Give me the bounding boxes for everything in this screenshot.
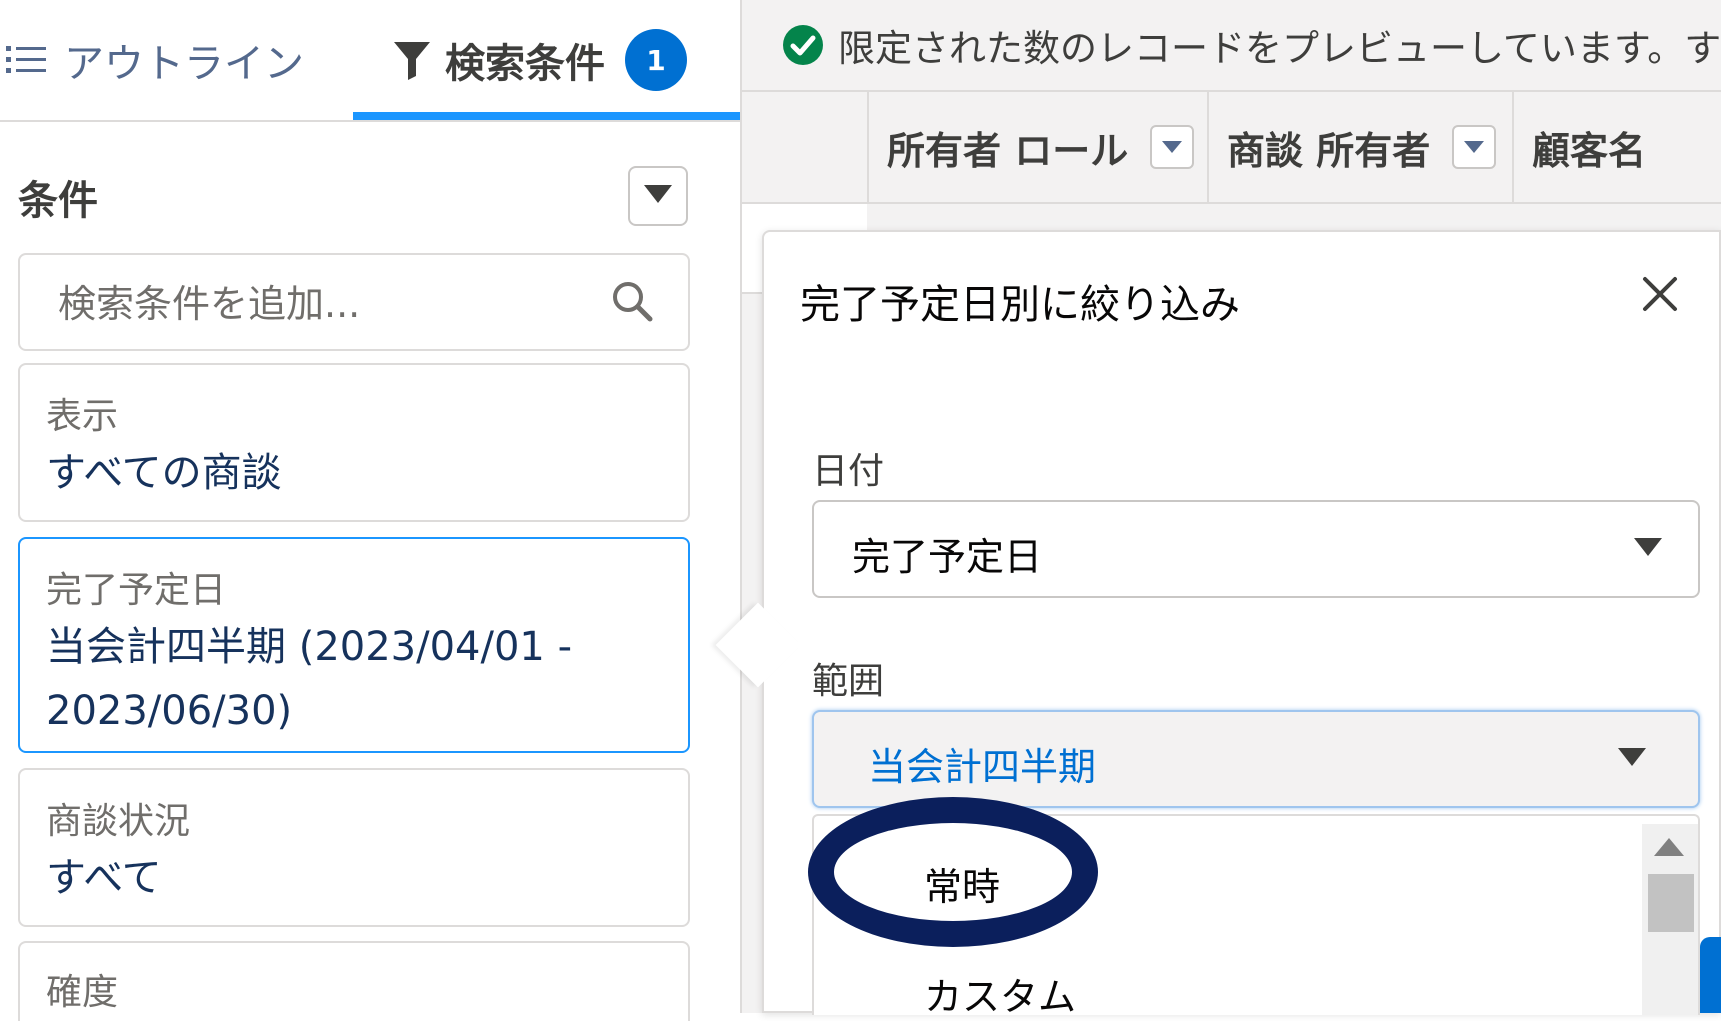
filter-card-probability[interactable]: 確度 <box>18 941 690 1021</box>
filter-card-label: 確度 <box>46 972 119 1013</box>
filter-card-show[interactable]: 表示 すべての商談 <box>18 363 690 522</box>
list-icon <box>6 44 46 76</box>
column-header-account-name: 顧客名 <box>1512 92 1721 202</box>
close-date-filter-popover: 完了予定日別に絞り込み 日付 完了予定日 範囲 当会計四半期 常時 カスタム <box>762 230 1721 1015</box>
range-field-label: 範囲 <box>812 661 885 702</box>
add-filter-search <box>18 253 690 351</box>
preview-banner: 限定された数のレコードをプレビューしています。す <box>742 0 1721 92</box>
filter-card-label: 完了予定日 <box>46 570 227 611</box>
close-icon[interactable] <box>1642 276 1678 316</box>
column-header-owner-role: 所有者 ロール <box>867 92 1207 202</box>
search-icon[interactable] <box>610 279 654 327</box>
filter-card-close-date[interactable]: 完了予定日 当会計四半期 (2023/04/01 - 2023/06/30) <box>18 537 690 753</box>
chevron-down-icon <box>1618 748 1646 770</box>
listbox-scrollbar[interactable] <box>1642 824 1698 1015</box>
column-menu-button[interactable] <box>1452 125 1497 169</box>
tab-filters[interactable]: 検索条件 1 <box>353 0 740 120</box>
funnel-icon <box>393 40 431 80</box>
chevron-down-icon <box>644 185 672 207</box>
check-circle-icon <box>782 24 824 66</box>
tab-outline[interactable]: アウトライン <box>0 0 304 120</box>
filter-card-value: すべての商談 <box>46 450 282 496</box>
date-field-value: 完了予定日 <box>852 535 1043 579</box>
column-header-label: 商談 所有者 <box>1227 128 1431 173</box>
scrollbar-thumb[interactable] <box>1648 874 1694 932</box>
range-field-select[interactable]: 当会計四半期 <box>812 710 1700 808</box>
date-field-select[interactable]: 完了予定日 <box>812 500 1700 598</box>
add-filter-input[interactable] <box>56 275 580 333</box>
tab-filters-label: 検索条件 <box>445 41 605 87</box>
range-field-value: 当会計四半期 <box>868 745 1097 789</box>
conditions-title: 条件 <box>18 178 98 224</box>
filter-card-label: 表示 <box>46 396 119 437</box>
table-header: 所有者 ロール 商談 所有者 顧客名 <box>742 92 1721 204</box>
range-option-custom[interactable]: カスタム <box>924 966 1076 1015</box>
filter-card-value-line1: 当会計四半期 (2023/04/01 - <box>46 624 573 670</box>
primary-button-edge[interactable] <box>1700 937 1721 1013</box>
active-tab-indicator <box>353 112 740 120</box>
popover-title: 完了予定日別に絞り込み <box>800 282 1240 328</box>
range-options-listbox: 常時 カスタム <box>812 814 1700 1015</box>
preview-banner-text: 限定された数のレコードをプレビューしています。す <box>838 27 1721 70</box>
filter-card-stage[interactable]: 商談状況 すべて <box>18 768 690 927</box>
filters-count-badge: 1 <box>625 29 687 91</box>
column-header-label: 所有者 ロール <box>887 128 1129 173</box>
column-menu-button[interactable] <box>1150 125 1195 169</box>
range-option-always[interactable]: 常時 <box>924 856 1000 911</box>
tab-outline-label: アウトライン <box>64 41 304 87</box>
filter-card-label: 商談状況 <box>46 801 191 842</box>
filter-panel: アウトライン 検索条件 1 条件 表示 すべての商談 <box>0 0 740 1021</box>
filter-card-value-line2: 2023/06/30) <box>46 688 293 734</box>
scroll-up-icon[interactable] <box>1654 838 1684 860</box>
column-header-label: 顧客名 <box>1532 128 1647 173</box>
date-field-label: 日付 <box>812 451 885 492</box>
filter-card-value: すべて <box>46 855 162 901</box>
conditions-menu-button[interactable] <box>628 166 688 226</box>
panel-tabs: アウトライン 検索条件 1 <box>0 0 740 122</box>
column-header-opportunity-owner: 商談 所有者 <box>1207 92 1512 202</box>
chevron-down-icon <box>1634 538 1662 560</box>
